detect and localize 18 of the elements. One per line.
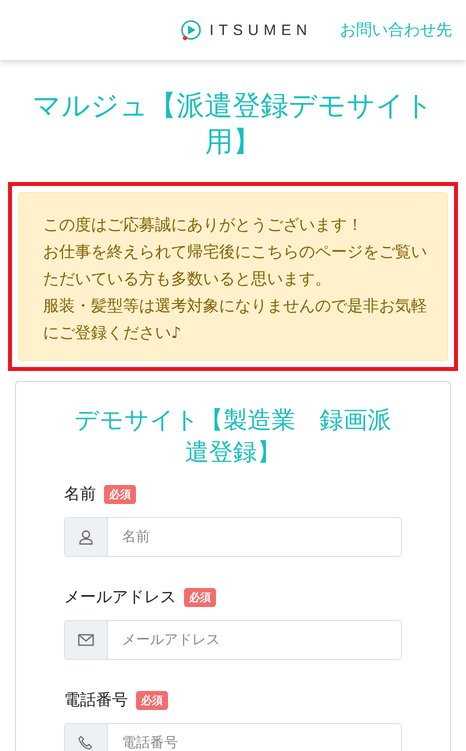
text-field[interactable]: 名前: [64, 517, 402, 557]
required-badge: 必須: [136, 691, 168, 710]
required-badge: 必須: [104, 485, 136, 504]
field-label: 電話番号: [64, 690, 128, 711]
required-badge: 必須: [184, 588, 216, 607]
text-field[interactable]: 電話番号: [64, 723, 402, 751]
phone-icon: [78, 735, 94, 751]
logo-text: ITSUMEN: [210, 22, 312, 38]
field-label: メールアドレス: [64, 587, 176, 608]
contact-link[interactable]: お問い合わせ先: [340, 20, 452, 40]
notice-box: この度はご応募誠にありがとうございます！ お仕事を終えられて帰宅後にこちらのページをご覧いただいている方も多数いると思います。 服装・髪型等は選考対象になりませんので是非お気軽にご登録ください♪: [18, 192, 448, 361]
form-title: デモサイト【製造業 録画派遣登録】: [74, 405, 392, 468]
mail-icon: [78, 634, 94, 646]
text-field[interactable]: メールアドレス: [64, 620, 402, 660]
person-icon: [78, 529, 94, 545]
play-logo-icon: [180, 19, 202, 41]
field-label: 名前: [64, 484, 96, 505]
page-title: マルジュ【派遣登録デモサイト用】: [32, 88, 434, 160]
